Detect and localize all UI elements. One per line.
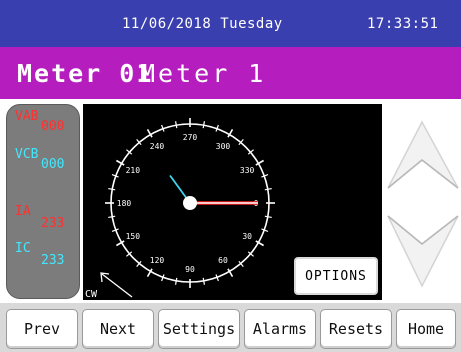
dial-degree-label: 180: [117, 199, 132, 208]
dial-tick: [108, 215, 116, 219]
vcb-value: 000: [41, 157, 65, 172]
navigation-bar: Prev Next Settings Alarms Resets Home: [0, 303, 461, 352]
cw-label: CW: [85, 289, 98, 300]
up-arrow-icon[interactable]: [384, 118, 461, 194]
dial-tick: [202, 277, 206, 285]
status-bar: 11/06/2018 Tuesday 17:33:51: [0, 0, 461, 47]
next-button[interactable]: Next: [82, 309, 154, 349]
ia-label: IA: [15, 204, 31, 219]
meter-name: Meter 1: [140, 59, 267, 88]
dial-degree-label: 240: [150, 142, 165, 151]
dial-degree-label: 210: [126, 166, 141, 175]
vab-label: VAB: [15, 109, 39, 124]
home-button[interactable]: Home: [396, 309, 456, 349]
phasor-dial: 0306090120150180210240270300330CW OPTION…: [83, 104, 382, 300]
time-display: 17:33:51: [367, 16, 439, 32]
dial-tick: [264, 215, 272, 219]
dial-tick: [174, 277, 178, 285]
dial-degree-label: 150: [126, 232, 141, 241]
scroll-arrows-panel: [384, 104, 461, 300]
dial-degree-label: 330: [240, 166, 255, 175]
alarms-button[interactable]: Alarms: [244, 309, 316, 349]
vab-value: 000: [41, 119, 65, 134]
dial-tick: [174, 121, 178, 129]
options-button[interactable]: OPTIONS: [294, 257, 378, 295]
prev-button[interactable]: Prev: [6, 309, 78, 349]
ic-label: IC: [15, 241, 31, 256]
date-display: 11/06/2018 Tuesday: [122, 16, 283, 32]
dial-degree-label: 90: [185, 265, 195, 274]
dial-tick: [202, 121, 206, 129]
dial-degree-label: 60: [218, 256, 228, 265]
settings-button[interactable]: Settings: [158, 309, 240, 349]
dial-hub: [183, 196, 197, 210]
channel-readings-panel: VAB 000 VCB 000 IA 233 IC 233: [6, 104, 80, 299]
cw-arrow-line: [101, 273, 133, 298]
dial-degree-label: 270: [183, 133, 198, 142]
dial-tick: [264, 187, 272, 191]
dial-degree-label: 30: [242, 232, 252, 241]
dial-tick: [108, 187, 116, 191]
down-arrow-icon[interactable]: [384, 210, 461, 290]
ia-value: 233: [41, 216, 65, 231]
dial-degree-label: 120: [150, 256, 165, 265]
dial-degree-label: 300: [216, 142, 231, 151]
vcb-label: VCB: [15, 147, 39, 162]
meter-id: Meter 01: [17, 59, 154, 88]
ic-value: 233: [41, 253, 65, 268]
resets-button[interactable]: Resets: [320, 309, 392, 349]
title-bar: Meter 01 Meter 1: [0, 47, 461, 99]
